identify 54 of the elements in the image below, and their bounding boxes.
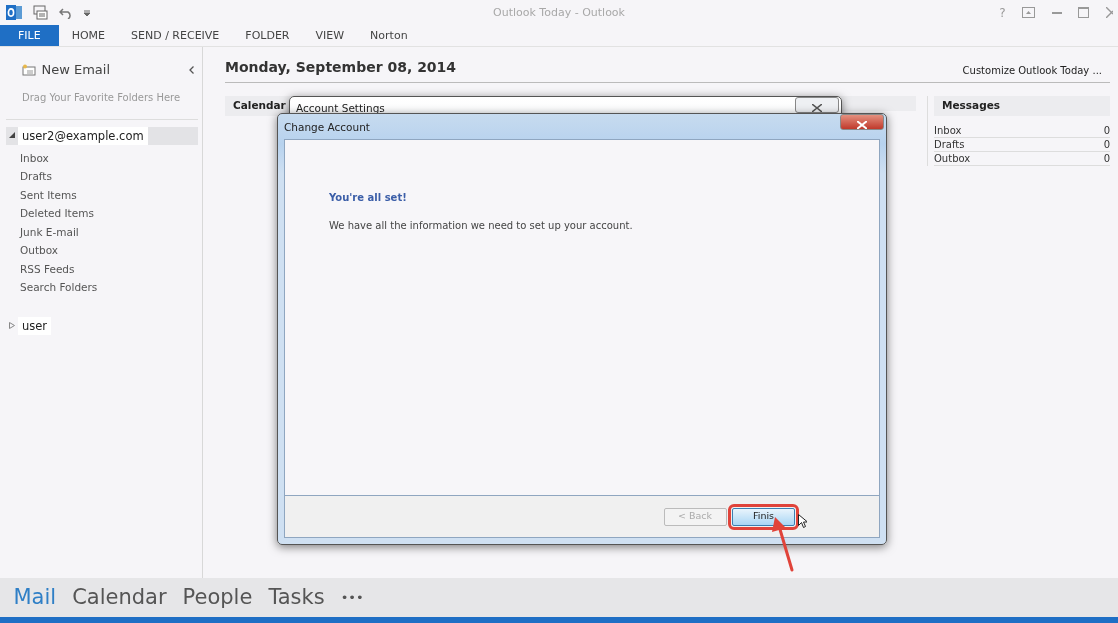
nav-item[interactable]: ••• <box>332 578 372 617</box>
nav-item[interactable]: Calendar <box>64 578 175 617</box>
close-button[interactable] <box>840 114 884 130</box>
account-row[interactable]: user2@example.com <box>6 126 198 145</box>
collapsed-icon[interactable] <box>9 322 15 329</box>
folder-item[interactable]: RSS Feeds <box>0 259 202 278</box>
send-receive-icon[interactable] <box>32 5 48 20</box>
date-heading: Monday, September 08, 2014 <box>225 58 457 77</box>
message-count: 0 <box>1103 137 1110 151</box>
ribbon-tab[interactable]: VIEW <box>302 25 358 46</box>
ribbon-display-icon[interactable] <box>1022 7 1035 18</box>
ribbon-tab[interactable]: FOLDER <box>232 25 303 46</box>
account-row[interactable]: user <box>6 316 198 335</box>
outlook-logo-icon <box>5 5 22 20</box>
close-icon <box>857 120 867 129</box>
folder-item[interactable]: Deleted Items <box>0 204 202 223</box>
folder-item[interactable]: Inbox <box>0 148 202 167</box>
section-heading: Messages <box>934 96 1110 116</box>
dialog-title: Account Settings <box>296 101 385 116</box>
ribbon-tab[interactable]: SEND / RECEIVE <box>118 25 233 46</box>
folder-item[interactable]: Search Folders <box>0 278 202 297</box>
window-title: Outlook Today - Outlook <box>493 6 625 19</box>
nav-item[interactable]: People <box>174 578 261 617</box>
close-button[interactable] <box>795 97 839 113</box>
maximize-icon[interactable] <box>1078 7 1089 18</box>
dialog-title: Change Account <box>284 120 370 135</box>
message-folder[interactable]: Outbox <box>934 151 971 165</box>
message-folder[interactable]: Drafts <box>934 137 965 151</box>
folder-item[interactable]: Outbox <box>0 241 202 260</box>
new-email-button[interactable]: New Email <box>41 60 111 80</box>
nav-item[interactable]: Tasks <box>260 578 333 617</box>
minimize-icon[interactable] <box>1051 11 1062 14</box>
folder-item[interactable]: Junk E-mail <box>0 222 202 241</box>
message-count: 0 <box>1103 151 1110 165</box>
undo-icon[interactable] <box>58 6 73 19</box>
folder-item[interactable]: Drafts <box>0 167 202 186</box>
dialog-message: We have all the information we need to set up your account. <box>329 219 633 233</box>
collapse-pane-icon[interactable] <box>189 65 194 74</box>
expanded-icon[interactable] <box>9 132 15 139</box>
customize-dropdown-icon[interactable] <box>83 9 90 16</box>
close-icon[interactable] <box>1105 7 1113 18</box>
dialog-heading: You're all set! <box>329 191 407 205</box>
message-count: 0 <box>1103 123 1110 137</box>
message-folder[interactable]: Inbox <box>934 123 962 137</box>
favorites-hint: Drag Your Favorite Folders Here <box>21 90 182 105</box>
account-name[interactable]: user <box>18 316 52 335</box>
ribbon-tab[interactable]: FILE <box>0 25 59 46</box>
new-email-icon[interactable] <box>22 63 36 76</box>
ribbon-tab[interactable]: Norton <box>357 25 421 46</box>
account-name[interactable]: user2@example.com <box>18 126 148 145</box>
folder-item[interactable]: Sent Items <box>0 185 202 204</box>
mouse-cursor-icon <box>798 514 807 528</box>
customize-link[interactable]: Customize Outlook Today ... <box>962 63 1102 78</box>
ribbon-tab[interactable]: HOME <box>58 25 119 46</box>
